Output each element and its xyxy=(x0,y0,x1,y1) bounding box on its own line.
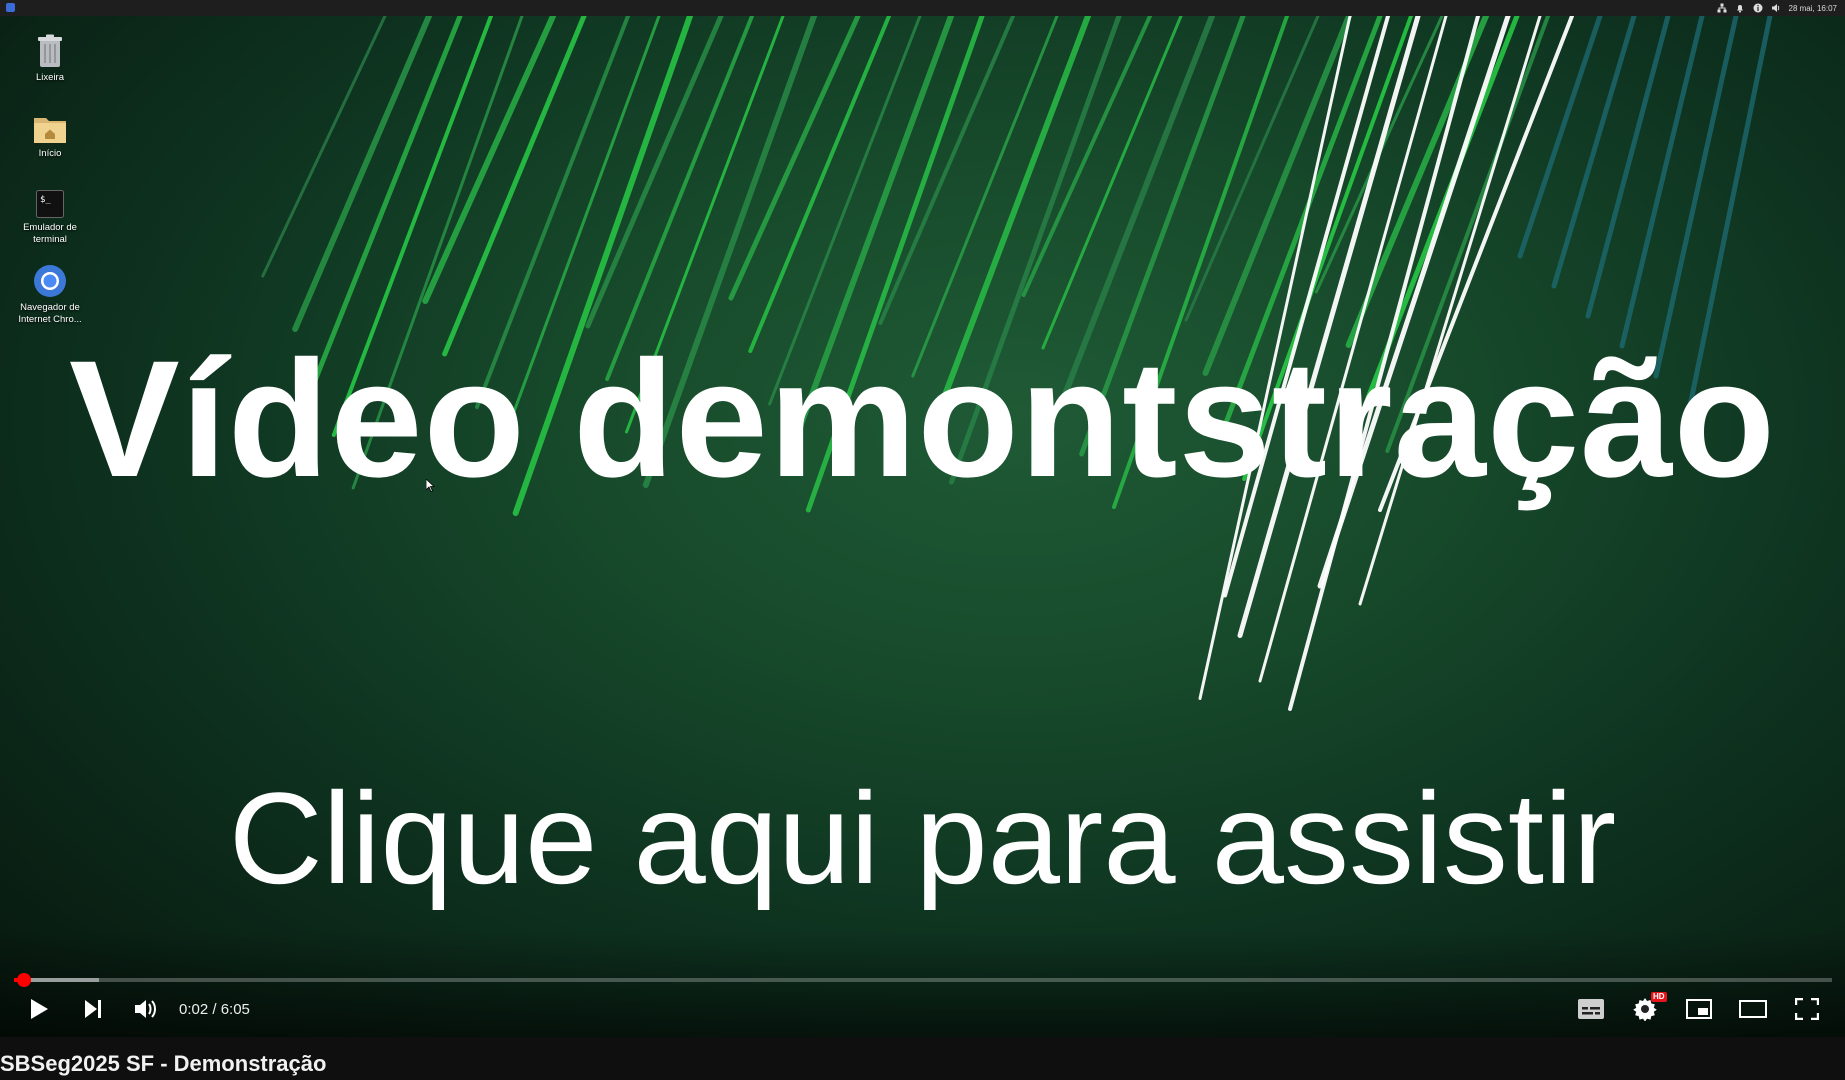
desktop-icon-label: Navegador de Internet Chro... xyxy=(18,302,82,325)
system-tray: 28 mai, 16:07 xyxy=(1717,2,1837,14)
mouse-cursor-icon xyxy=(426,479,435,492)
network-icon xyxy=(1717,3,1727,13)
fullscreen-icon xyxy=(1795,998,1819,1020)
theater-mode-button[interactable] xyxy=(1736,992,1770,1026)
stripe xyxy=(748,14,891,353)
desktop-icon-home[interactable]: Início xyxy=(14,114,86,160)
volume-button[interactable] xyxy=(128,992,162,1026)
desktop-icon-chromium[interactable]: Navegador de Internet Chro... xyxy=(14,264,86,326)
play-icon xyxy=(31,999,48,1019)
stripe xyxy=(1184,14,1320,322)
desktop-icon-label: Emulador de terminal xyxy=(23,222,77,245)
desktop-icon-label: Início xyxy=(38,148,62,159)
svg-text:$_: $_ xyxy=(40,195,51,205)
next-button[interactable] xyxy=(76,992,110,1026)
stripe xyxy=(728,13,861,301)
volume-icon xyxy=(135,1000,156,1018)
subtitles-button[interactable] xyxy=(1574,992,1608,1026)
play-button[interactable] xyxy=(22,992,56,1026)
time-display: 0:02 / 6:05 xyxy=(179,1001,250,1018)
stripe xyxy=(1619,13,1705,349)
stripe xyxy=(1551,13,1637,289)
app-menu-icon xyxy=(6,3,15,12)
terminal-icon: $_ xyxy=(36,190,64,218)
stripe xyxy=(878,14,1015,325)
next-icon xyxy=(85,1000,101,1018)
miniplayer-icon xyxy=(1686,999,1712,1019)
progress-bar[interactable] xyxy=(14,973,1832,987)
stripe xyxy=(1021,14,1152,297)
video-player[interactable]: 28 mai, 16:07 Lixeira Início $_ Emulador… xyxy=(0,0,1845,1037)
home-folder-icon xyxy=(34,118,66,143)
topbar-clock: 28 mai, 16:07 xyxy=(1788,3,1837,13)
chromium-icon xyxy=(34,265,66,297)
stripe xyxy=(1585,13,1671,319)
miniplayer-button[interactable] xyxy=(1682,992,1716,1026)
bell-icon xyxy=(1736,5,1743,13)
stripe xyxy=(585,13,724,329)
desktop-icon-trash[interactable]: Lixeira xyxy=(14,34,86,84)
hd-badge: HD xyxy=(1651,992,1667,1002)
fullscreen-button[interactable] xyxy=(1790,992,1824,1026)
speaker-icon xyxy=(1771,4,1779,12)
theater-mode-icon xyxy=(1739,1000,1767,1018)
watch-call-to-action[interactable]: Clique aqui para assistir xyxy=(0,768,1845,908)
desktop-icon-label: Lixeira xyxy=(36,72,64,83)
trash-icon xyxy=(38,34,62,67)
video-title[interactable]: SBSeg2025 SF - Demonstração xyxy=(0,1050,326,1078)
stripe xyxy=(261,14,387,278)
stripe xyxy=(1202,13,1352,376)
progress-scrubber[interactable] xyxy=(16,973,31,987)
info-icon xyxy=(1753,3,1763,13)
controls-gradient xyxy=(0,930,1845,1037)
stripe xyxy=(1041,14,1183,350)
desktop-top-panel: 28 mai, 16:07 xyxy=(0,0,1845,16)
subtitles-icon xyxy=(1578,999,1604,1019)
video-headline: Vídeo demontstração xyxy=(68,327,1777,512)
stripe xyxy=(1653,13,1739,379)
desktop-icon-terminal[interactable]: $_ Emulador de terminal xyxy=(14,190,86,246)
